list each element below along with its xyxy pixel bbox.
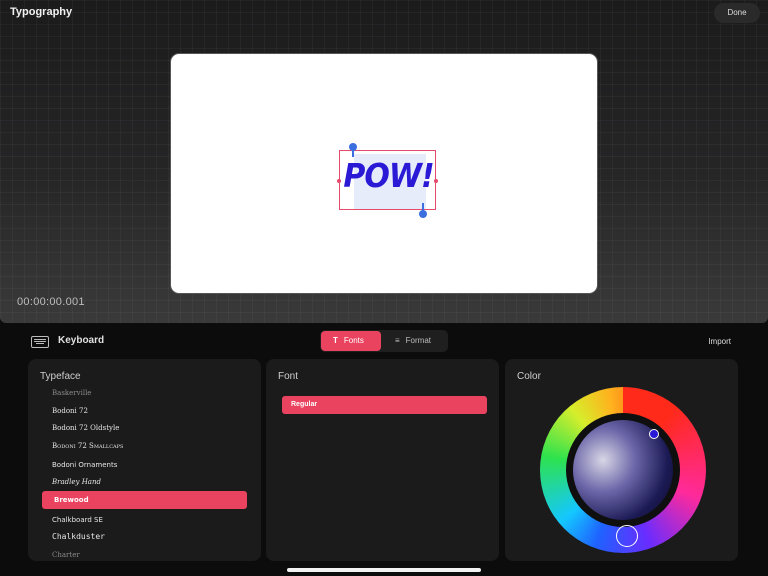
font-panel: Font Regular [266,359,499,561]
typeface-item-selected[interactable]: Brewood [42,491,247,509]
resize-handle-right[interactable] [434,179,438,183]
align-icon: ≡ [395,336,400,345]
fonts-format-segmented-control: T Fonts ≡ Format [320,330,448,352]
typeface-title: Typeface [40,371,81,382]
canvas-text[interactable]: POW! [340,157,437,196]
tab-format[interactable]: ≡ Format [384,331,446,351]
typeface-item[interactable]: Chalkduster [40,528,240,546]
preview-stage: Typography Done POW! 00:00:00.001 [0,0,768,323]
typeface-item[interactable]: Bodoni 72 Smallcaps [40,437,240,455]
typeface-item[interactable]: Chalkboard SE [40,511,240,529]
tab-fonts[interactable]: T Fonts [321,331,381,351]
selection-start-stem [352,149,354,157]
typeface-item[interactable]: Bodoni 72 Oldstyle [40,419,240,437]
home-indicator [287,568,481,572]
color-panel: Color [505,359,738,561]
tab-format-label: Format [405,336,432,345]
tab-fonts-label: Fonts [343,336,364,345]
typeface-item[interactable]: Charter [40,546,240,564]
font-title: Font [278,371,299,382]
color-title: Color [517,371,541,382]
timecode: 00:00:00.001 [17,296,85,308]
keyboard-label[interactable]: Keyboard [58,335,104,346]
text-selection-box[interactable]: POW! [337,150,438,210]
typeface-item[interactable]: Baskerville [40,384,240,402]
import-button[interactable]: Import [708,337,731,346]
text-T-icon: T [333,336,338,345]
resize-handle-left[interactable] [337,179,341,183]
selection-end-handle[interactable] [419,210,427,218]
typeface-item[interactable]: Bodoni Ornaments [40,456,240,474]
color-picker-handle[interactable] [649,429,659,439]
done-button[interactable]: Done [714,3,760,23]
page-title: Typography [10,6,73,18]
text-canvas[interactable]: POW! [171,54,597,293]
hue-picker-handle[interactable] [616,525,638,547]
typeface-item[interactable]: Bodoni 72 [40,402,240,420]
typeface-item[interactable]: Bradley Hand [40,473,240,491]
typeface-panel: Typeface Baskerville Bodoni 72 Bodoni 72… [28,359,261,561]
font-style-selected[interactable]: Regular [282,396,487,414]
keyboard-icon[interactable] [31,336,49,348]
